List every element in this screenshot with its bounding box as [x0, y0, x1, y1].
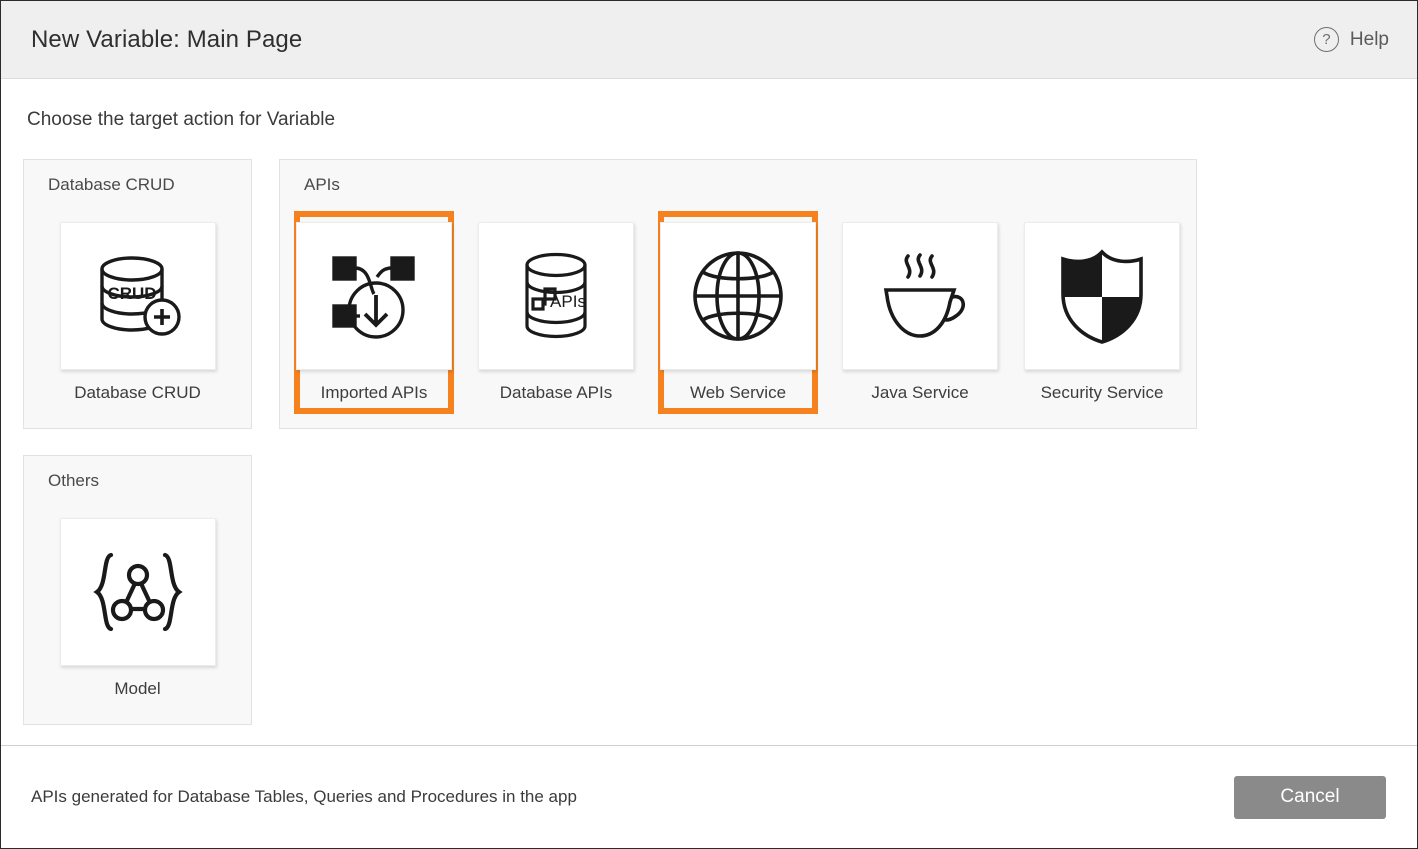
- tile-label-java-service: Java Service: [871, 383, 968, 403]
- new-variable-dialog: New Variable: Main Page ? Help Choose th…: [0, 0, 1418, 849]
- group-title-database-crud: Database CRUD: [48, 175, 237, 195]
- tile-label-web-service: Web Service: [690, 383, 786, 403]
- tile-label-imported-apis: Imported APIs: [321, 383, 428, 403]
- shield-icon: [1051, 244, 1153, 348]
- tile-box-java-service: [842, 222, 998, 370]
- tiles-row-others: Model: [38, 507, 237, 710]
- tile-imported-apis[interactable]: Imported APIs: [294, 211, 454, 414]
- group-others: Others: [23, 455, 252, 725]
- database-apis-icon: APIs: [505, 244, 607, 348]
- svg-text:APIs: APIs: [550, 292, 586, 311]
- tile-box-model: [60, 518, 216, 666]
- tile-box-security-service: [1024, 222, 1180, 370]
- tiles-row-database-crud: CRUD Database CRUD: [38, 211, 237, 414]
- imported-apis-icon: [320, 244, 428, 348]
- tile-box-web-service: [660, 222, 816, 370]
- globe-icon: [685, 243, 791, 349]
- tile-box-database-crud: CRUD: [60, 222, 216, 370]
- dialog-body: Choose the target action for Variable Da…: [1, 79, 1417, 745]
- page-title: New Variable: Main Page: [31, 26, 302, 54]
- groups-row: Database CRUD: [1, 159, 1417, 429]
- question-circle-icon: ?: [1314, 27, 1339, 52]
- tile-label-model: Model: [114, 679, 160, 699]
- tile-database-apis[interactable]: APIs Database APIs: [476, 211, 636, 414]
- tile-web-service[interactable]: Web Service: [658, 211, 818, 414]
- tiles-row-apis: Imported APIs: [294, 211, 1182, 414]
- group-database-crud: Database CRUD: [23, 159, 252, 429]
- coffee-cup-icon: [868, 246, 972, 346]
- model-graph-icon: [83, 541, 193, 643]
- tile-box-imported-apis: [296, 222, 452, 370]
- svg-text:CRUD: CRUD: [107, 284, 156, 303]
- second-row: Others: [1, 429, 1417, 725]
- tile-label-database-crud: Database CRUD: [74, 383, 201, 403]
- tile-security-service[interactable]: Security Service: [1022, 211, 1182, 414]
- footer-note: APIs generated for Database Tables, Quer…: [31, 787, 577, 807]
- tile-database-crud[interactable]: CRUD Database CRUD: [58, 211, 218, 414]
- database-crud-icon: CRUD: [83, 241, 193, 351]
- tile-label-security-service: Security Service: [1041, 383, 1164, 403]
- dialog-header: New Variable: Main Page ? Help: [1, 1, 1417, 79]
- group-title-others: Others: [48, 471, 237, 491]
- dialog-footer: APIs generated for Database Tables, Quer…: [1, 745, 1417, 848]
- tile-java-service[interactable]: Java Service: [840, 211, 1000, 414]
- prompt-text: Choose the target action for Variable: [1, 109, 1417, 131]
- group-apis: APIs: [279, 159, 1197, 429]
- help-button[interactable]: ? Help: [1314, 27, 1389, 52]
- cancel-button[interactable]: Cancel: [1234, 776, 1386, 819]
- tile-box-database-apis: APIs: [478, 222, 634, 370]
- group-title-apis: APIs: [304, 175, 1182, 195]
- tile-label-database-apis: Database APIs: [500, 383, 612, 403]
- tile-model[interactable]: Model: [58, 507, 218, 710]
- help-label: Help: [1350, 29, 1389, 51]
